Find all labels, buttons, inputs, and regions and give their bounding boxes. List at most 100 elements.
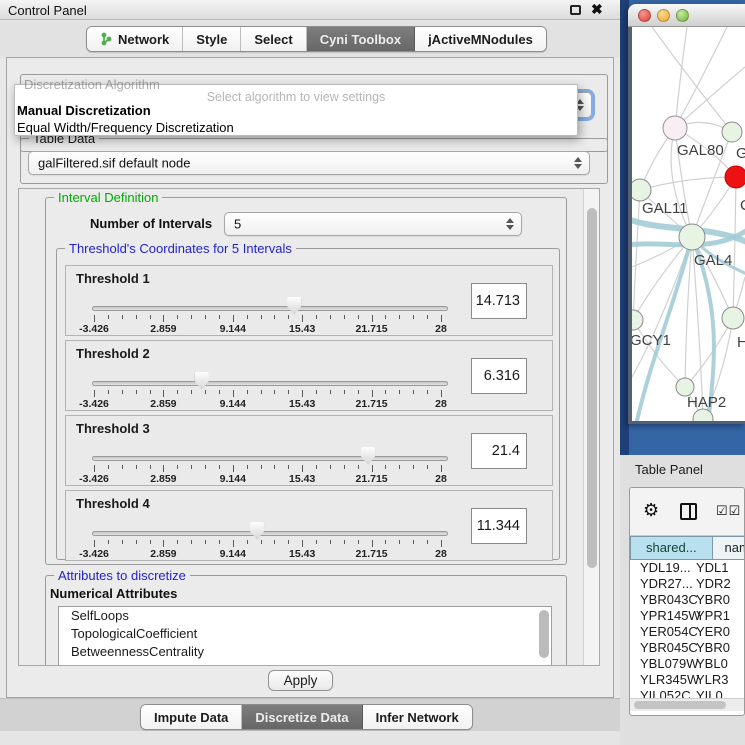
application-window: Control Panel ✖ Network Style SelectCyni T… — [0, 0, 745, 745]
tab-impute-data[interactable]: Impute Data — [141, 705, 242, 729]
table-row[interactable]: YBL079WYBL0 — [630, 656, 745, 672]
table-row[interactable]: YER054CYER0 — [630, 624, 745, 640]
float-panel-icon[interactable] — [570, 5, 581, 15]
cell-name: YPR1 — [696, 608, 730, 623]
cell-name: YDL1 — [696, 560, 729, 575]
threshold-value-field[interactable]: 14.713 — [471, 283, 527, 319]
attribute-item[interactable]: SelfLoops — [59, 607, 551, 625]
slider-track[interactable] — [92, 531, 448, 536]
table-row[interactable]: YIL052CYIL0 — [630, 688, 745, 698]
tab-cyni-toolbox[interactable]: Cyni Toolbox — [307, 27, 415, 51]
slider-thumb[interactable] — [287, 297, 301, 315]
cell-shared-name: YDR27... — [640, 576, 693, 591]
scrollbar-thumb[interactable] — [634, 701, 726, 709]
attribute-item[interactable]: TopologicalCoefficient — [59, 625, 551, 643]
network-node[interactable] — [679, 224, 705, 250]
network-node[interactable] — [663, 116, 687, 140]
network-node[interactable] — [725, 166, 745, 188]
threshold-label: Threshold 1 — [76, 271, 150, 286]
tab-infer-network[interactable]: Infer Network — [363, 705, 472, 729]
control-panel-titlebar: Control Panel ✖ — [0, 0, 620, 20]
numerical-attributes-list[interactable]: SelfLoopsTopologicalCoefficientBetweenne… — [58, 606, 552, 666]
gear-icon[interactable]: ⚙ — [643, 500, 659, 521]
threshold-value-field[interactable]: 6.316 — [471, 358, 527, 394]
settings-vertical-scrollbar[interactable] — [583, 189, 599, 665]
threshold-value-field[interactable]: 11.344 — [471, 508, 527, 544]
table-row[interactable]: YDR27...YDR2 — [630, 576, 745, 592]
slider-track[interactable] — [92, 306, 448, 311]
network-node[interactable] — [722, 307, 744, 329]
slider-tick-labels: -3.4262.8599.14415.4321.71528 — [94, 398, 441, 409]
combo-stepper-icon — [574, 157, 582, 169]
table-row[interactable]: YBR043CYBR0 — [630, 592, 745, 608]
slider-tick-labels: -3.4262.8599.14415.4321.71528 — [94, 473, 441, 484]
slider-thumb[interactable] — [361, 447, 375, 465]
table-data-combobox[interactable]: galFiltered.sif default node — [28, 151, 590, 175]
slider-thumb[interactable] — [195, 372, 209, 390]
numerical-attributes-label: Numerical Attributes — [50, 586, 177, 601]
tab-discretize-data[interactable]: Discretize Data — [242, 705, 362, 729]
settings-viewport: Interval Definition Number of Intervals … — [18, 188, 600, 666]
threshold-value-field[interactable]: 21.4 — [471, 433, 527, 469]
checkbox-checked-icon[interactable]: ☑☑ — [716, 503, 741, 519]
number-of-intervals-combobox[interactable]: 5 — [224, 212, 522, 236]
interval-definition-group: Interval Definition Number of Intervals … — [45, 197, 567, 565]
scrollbar-thumb[interactable] — [587, 208, 597, 568]
minimize-traffic-light-icon[interactable] — [657, 9, 670, 22]
close-panel-icon[interactable]: ✖ — [591, 1, 603, 18]
number-of-intervals-value: 5 — [234, 217, 241, 232]
slider-ticks — [94, 315, 441, 322]
threshold-label: Threshold 3 — [76, 421, 150, 436]
table-panel-title: Table Panel — [635, 462, 703, 477]
slider-thumb[interactable] — [250, 522, 264, 540]
algorithm-option[interactable]: Equal Width/Frequency Discretization — [15, 119, 577, 136]
network-icon — [100, 32, 113, 46]
tab-label: Infer Network — [376, 710, 459, 725]
slider-track[interactable] — [92, 456, 448, 461]
tab-jactivemnodules[interactable]: jActiveMNodules — [415, 27, 546, 51]
tab-network[interactable]: Network — [87, 27, 183, 51]
column-header-2[interactable]: name — [713, 536, 745, 560]
slider-tick-labels: -3.4262.8599.14415.4321.71528 — [94, 323, 441, 334]
table-horizontal-scrollbar[interactable] — [630, 698, 744, 711]
slider-track[interactable] — [92, 381, 448, 386]
table-row[interactable]: YPR145WYPR1 — [630, 608, 745, 624]
cell-shared-name: YBR045C — [640, 640, 698, 655]
cell-name: YER0 — [696, 624, 730, 639]
node-label: GA — [736, 145, 745, 162]
tab-label: Discretize Data — [255, 710, 348, 725]
column-header-1[interactable]: shared... — [630, 536, 713, 560]
table-row[interactable]: YBR045CYBR0 — [630, 640, 745, 656]
table-panel: Table Panel ⚙ ☑☑ shared...name YDL19...Y… — [620, 455, 745, 745]
control-panel-title: Control Panel — [8, 3, 87, 18]
tab-label: Network — [118, 32, 169, 47]
cell-name: YBL0 — [696, 656, 728, 671]
cell-shared-name: YPR145W — [640, 608, 701, 623]
apply-button[interactable]: Apply — [268, 670, 333, 691]
network-window-titlebar[interactable] — [628, 4, 745, 27]
attributes-list-scrollbar[interactable] — [539, 610, 549, 658]
attribute-item[interactable]: BetweennessCentrality — [59, 643, 551, 661]
cell-name: YLR3 — [696, 672, 729, 687]
algorithm-popup-options: Manual DiscretizationEqual Width/Frequen… — [15, 102, 577, 136]
columns-icon[interactable] — [680, 503, 697, 520]
network-node[interactable] — [722, 122, 742, 142]
number-of-intervals-label: Number of Intervals — [90, 216, 212, 231]
network-node[interactable] — [632, 179, 651, 201]
threshold-panel: Threshold 1 -3.4262.8599.14415.4321.71528… — [65, 265, 553, 336]
network-node[interactable] — [632, 310, 643, 330]
tab-label: Style — [196, 32, 227, 47]
tab-style[interactable]: Style — [183, 27, 241, 51]
close-traffic-light-icon[interactable] — [638, 9, 651, 22]
thresholds-group: Threshold's Coordinates for 5 Intervals … — [56, 248, 560, 560]
table-row[interactable]: YLR345WYLR3 — [630, 672, 745, 688]
algorithm-option[interactable]: Manual Discretization — [15, 102, 577, 119]
threshold-label: Threshold 4 — [76, 496, 150, 511]
node-label: GAL80 — [677, 142, 724, 159]
network-canvas[interactable]: GAL80GACGAL11GAL4GCY1HHAP2 — [632, 27, 745, 421]
tab-select[interactable]: Select — [241, 27, 306, 51]
zoom-traffic-light-icon[interactable] — [676, 9, 689, 22]
table-data-combobox-value: galFiltered.sif default node — [38, 156, 190, 171]
table-row[interactable]: YDL19...YDL1 — [630, 560, 745, 576]
table-window: ⚙ ☑☑ shared...name YDL19...YDL1YDR27...Y… — [629, 487, 745, 716]
